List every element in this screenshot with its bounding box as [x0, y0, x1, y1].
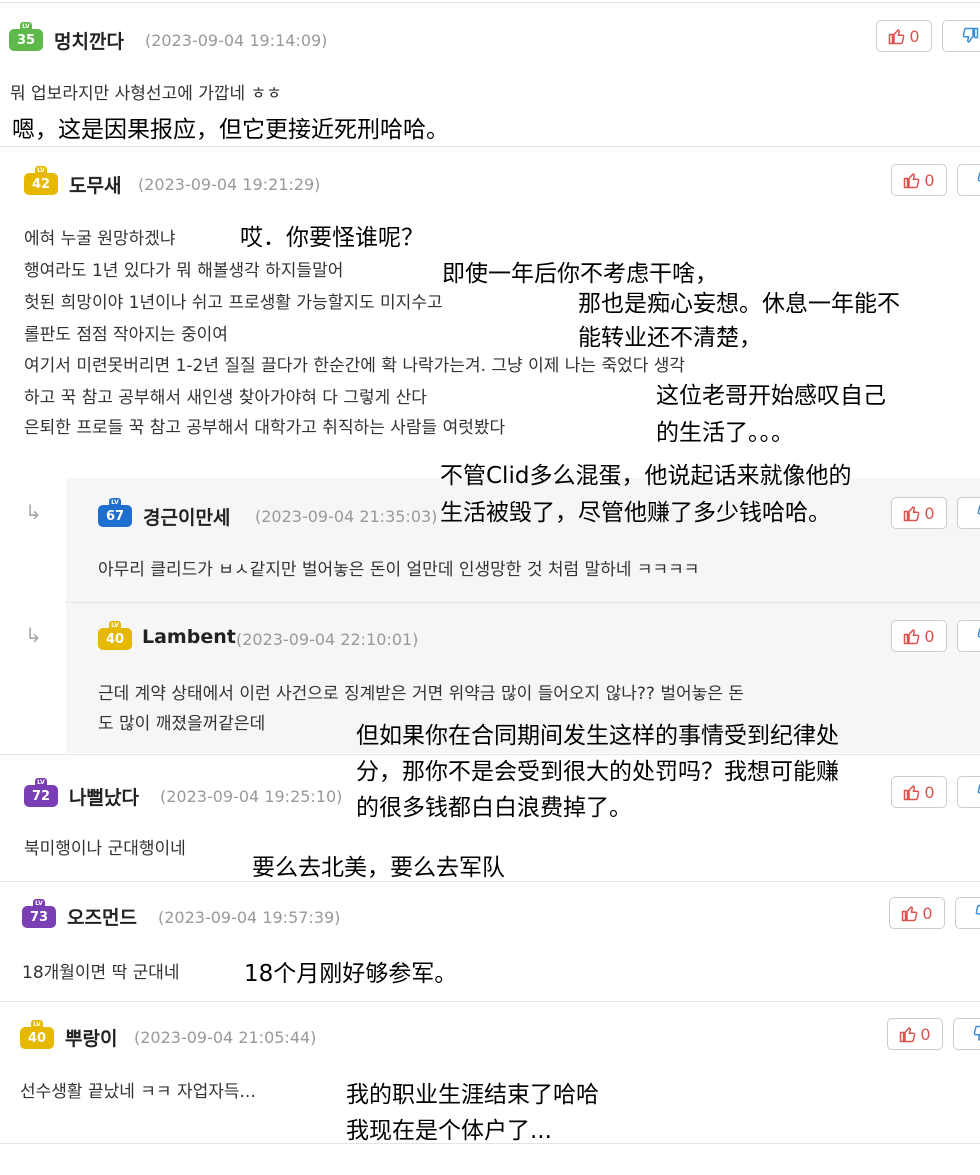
comment-text: 근데 계약 상태에서 이런 사건으로 징계받은 거면 위약금 많이 들어오지 않… — [98, 684, 744, 704]
comment-time: (2023-09-04 19:57:39) — [158, 908, 341, 927]
comment-author[interactable]: Lambent — [142, 626, 236, 648]
thumbs-up-icon — [904, 506, 920, 522]
like-count: 0 — [909, 26, 920, 46]
like-button[interactable]: 0 — [891, 497, 947, 529]
translation-text: 那也是痴心妄想。休息一年能不 — [578, 291, 900, 317]
comment-author[interactable]: 뿌랑이 — [65, 1024, 117, 1051]
dislike-button[interactable] — [957, 164, 980, 196]
reply-arrow-icon: ↳ — [25, 623, 42, 647]
translation-text: 的生活了。。。 — [656, 420, 794, 446]
translation-text: 这位老哥开始感叹自己 — [656, 383, 886, 409]
thumbs-down-icon — [977, 505, 980, 515]
translation-text: 但如果你在合同期间发生这样的事情受到纪律处 — [356, 723, 839, 749]
comment-text: 롤판도 점점 작아지는 중이여 — [24, 325, 228, 345]
comment-time: (2023-09-04 21:35:03) — [255, 507, 438, 526]
comment-text: 도 많이 깨졌을꺼같은데 — [98, 714, 266, 734]
like-button[interactable]: 0 — [891, 164, 947, 196]
comment-author[interactable]: 나뻘났다 — [69, 783, 139, 810]
like-count: 0 — [924, 170, 935, 190]
comment-time: (2023-09-04 19:25:10) — [160, 787, 343, 806]
comment-text: 북미행이나 군대행이네 — [24, 839, 186, 859]
comment-author[interactable]: 경근이만세 — [143, 503, 230, 530]
comment-author[interactable]: 멍치깐다 — [54, 27, 124, 54]
translation-text: 分，那你不是会受到很大的处罚吗？我想可能赚 — [356, 759, 839, 785]
comment-time: (2023-09-04 21:05:44) — [134, 1028, 317, 1047]
divider — [0, 146, 980, 147]
like-count: 0 — [924, 626, 935, 646]
translation-text: 我现在是个体户了... — [346, 1118, 552, 1144]
thumbs-down-icon — [977, 628, 980, 638]
comment-text: 에혀 누굴 원망하겠냐 — [24, 229, 176, 249]
like-count: 0 — [924, 782, 935, 802]
dislike-button[interactable] — [953, 1018, 980, 1050]
level-badge: 35 — [9, 22, 43, 51]
comment-text: 선수생활 끝났네 ㅋㅋ 자업자득... — [20, 1082, 256, 1102]
thumbs-down-icon — [973, 1025, 980, 1041]
thumbs-up-icon — [902, 906, 918, 922]
comment-text: 뭐 업보라지만 사형선고에 가깝네 ㅎㅎ — [10, 84, 282, 104]
thumbs-up-icon — [904, 173, 920, 189]
level-badge: 40 — [98, 621, 132, 650]
comment-author[interactable]: 도무새 — [69, 171, 121, 198]
dislike-button[interactable] — [955, 897, 980, 929]
dislike-button[interactable] — [957, 620, 980, 652]
like-count: 0 — [924, 503, 935, 523]
thumbs-up-icon — [904, 785, 920, 801]
comment-author[interactable]: 오즈먼드 — [67, 903, 137, 930]
like-count: 0 — [922, 903, 933, 923]
like-button[interactable]: 0 — [891, 620, 947, 652]
like-button[interactable]: 0 — [889, 897, 945, 929]
comment-text: 하고 꾹 참고 공부해서 새인생 찾아가야혀 다 그렇게 산다 — [24, 388, 427, 408]
comment-time: (2023-09-04 19:14:09) — [145, 31, 328, 50]
comment-text: 18개월이면 딱 군대네 — [22, 963, 180, 983]
divider — [66, 602, 980, 603]
level-badge: 42 — [24, 166, 58, 195]
thumbs-up-icon — [889, 29, 905, 45]
comment-text: 헛된 희망이야 1년이나 쉬고 프로생활 가능할지도 미지수고 — [24, 293, 443, 313]
translation-text: 生活被毁了，尽管他赚了多少钱哈哈。 — [440, 500, 831, 526]
level-badge: 73 — [22, 899, 56, 928]
level-badge: 67 — [98, 498, 132, 527]
translation-text: 嗯，这是因果报应，但它更接近死刑哈哈。 — [12, 117, 449, 143]
comment-text: 아무리 클리드가 ㅂㅅ같지만 벌어놓은 돈이 얼만데 인생망한 것 처럼 말하네… — [98, 560, 700, 580]
like-button[interactable]: 0 — [887, 1018, 943, 1050]
level-badge: 40 — [20, 1020, 54, 1049]
level-badge: 72 — [24, 778, 58, 807]
like-button[interactable]: 0 — [876, 20, 932, 52]
thumbs-up-icon — [900, 1027, 916, 1043]
thumbs-down-icon — [975, 904, 980, 918]
translation-text: 能转业还不清楚， — [578, 325, 762, 351]
comment-text: 여기서 미련못버리면 1-2년 질질 끌다가 한순간에 확 나락가는겨. 그냥 … — [24, 356, 686, 376]
like-button[interactable]: 0 — [891, 776, 947, 808]
translation-text: 的很多钱都白白浪费掉了。 — [356, 795, 632, 821]
reply-arrow-icon: ↳ — [25, 500, 42, 524]
translation-text: 18个月刚好够参军。 — [244, 961, 458, 987]
translation-text: 要么去北美，要么去军队 — [252, 855, 505, 881]
translation-text: 我的职业生涯结束了哈哈 — [346, 1082, 599, 1108]
comment-text: 은퇴한 프로들 꾹 참고 공부해서 대학가고 취직하는 사람들 여럿봤다 — [24, 418, 506, 438]
thumbs-up-icon — [904, 629, 920, 645]
dislike-button[interactable] — [942, 20, 980, 52]
divider — [0, 2, 980, 3]
dislike-button[interactable] — [957, 776, 980, 808]
translation-text: 不管Clid多么混蛋，他说起话来就像他的 — [440, 463, 852, 489]
comment-time: (2023-09-04 22:10:01) — [236, 630, 419, 649]
comment-text: 행여라도 1년 있다가 뭐 해볼생각 하지들말어 — [24, 261, 344, 281]
translation-text: 即使一年后你不考虑干啥， — [442, 261, 718, 287]
translation-text: 哎．你要怪谁呢？ — [240, 225, 424, 251]
thumbs-down-icon — [977, 784, 980, 794]
divider — [0, 1001, 980, 1002]
thumbs-down-icon — [962, 27, 979, 43]
like-count: 0 — [920, 1024, 931, 1044]
comment-time: (2023-09-04 19:21:29) — [138, 175, 321, 194]
thumbs-down-icon — [977, 172, 980, 182]
dislike-button[interactable] — [957, 497, 980, 529]
